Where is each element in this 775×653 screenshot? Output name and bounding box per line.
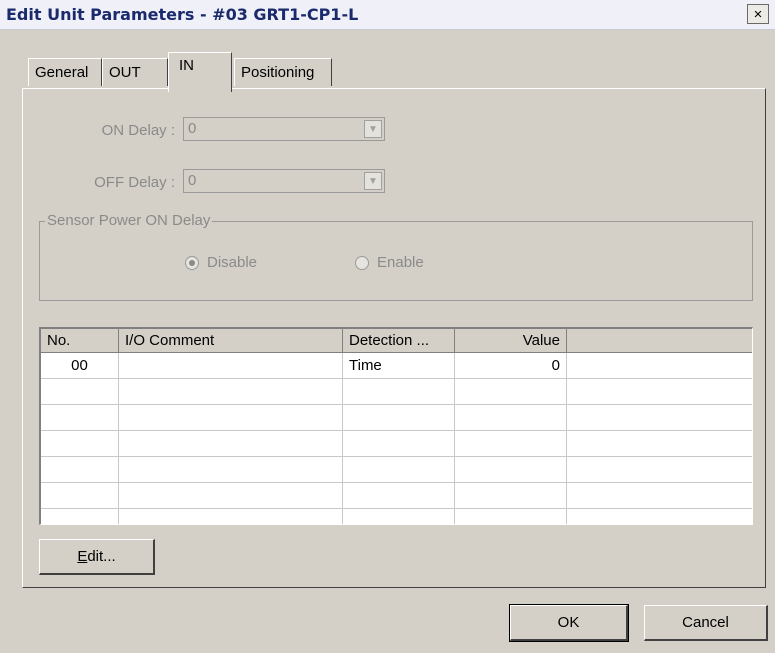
table-cell[interactable] — [119, 431, 343, 457]
table-cell[interactable] — [41, 457, 119, 483]
close-button[interactable]: × — [747, 4, 769, 24]
table-cell[interactable] — [343, 379, 455, 405]
table-cell[interactable] — [119, 353, 343, 379]
tab-in[interactable]: IN — [168, 52, 232, 92]
tab-general[interactable]: General — [28, 58, 102, 86]
on-delay-label: ON Delay : — [101, 122, 175, 139]
table-cell[interactable] — [119, 509, 343, 524]
table-cell[interactable] — [343, 483, 455, 509]
tab-positioning[interactable]: Positioning — [234, 58, 332, 86]
on-delay-select[interactable]: 0 ▼ — [183, 117, 385, 141]
table-cell[interactable]: 00 — [41, 353, 119, 379]
table-row[interactable] — [41, 379, 752, 405]
column-header-detection[interactable]: Detection ... — [343, 329, 455, 353]
table-cell[interactable] — [567, 353, 752, 379]
column-header-blank — [567, 329, 752, 353]
title-bar: Edit Unit Parameters - #03 GRT1-CP1-L × — [0, 0, 775, 30]
chevron-down-icon: ▼ — [364, 172, 382, 190]
off-delay-label: OFF Delay : — [94, 174, 175, 191]
column-header-value[interactable]: Value — [455, 329, 567, 353]
table-cell[interactable] — [41, 431, 119, 457]
off-delay-select[interactable]: 0 ▼ — [183, 169, 385, 193]
table-cell[interactable] — [119, 483, 343, 509]
edit-mnemonic: E — [77, 548, 88, 565]
table-cell[interactable] — [119, 379, 343, 405]
off-delay-value: 0 — [188, 172, 197, 189]
table-cell[interactable] — [455, 457, 567, 483]
tab-general-label: General — [35, 64, 89, 81]
chevron-down-icon: ▼ — [364, 120, 382, 138]
table-cell[interactable] — [343, 405, 455, 431]
io-table[interactable]: No. I/O Comment Detection ... Value 00 Ti… — [39, 327, 753, 525]
table-cell[interactable] — [343, 509, 455, 524]
radio-disable[interactable]: Disable — [185, 254, 257, 271]
cancel-button[interactable]: Cancel — [644, 605, 768, 641]
window-title: Edit Unit Parameters - #03 GRT1-CP1-L — [6, 5, 359, 24]
sensor-power-group-title: Sensor Power ON Delay — [45, 212, 213, 229]
table-cell[interactable] — [41, 509, 119, 524]
table-cell[interactable] — [567, 457, 752, 483]
tab-out-label: OUT — [109, 64, 141, 81]
table-cell[interactable] — [455, 379, 567, 405]
radio-enable-label: Enable — [377, 254, 424, 271]
radio-enable[interactable]: Enable — [355, 254, 424, 271]
on-delay-value: 0 — [188, 120, 197, 137]
table-cell[interactable] — [343, 457, 455, 483]
table-cell[interactable] — [567, 431, 752, 457]
tab-out[interactable]: OUT — [102, 58, 168, 86]
table-cell[interactable] — [119, 405, 343, 431]
table-row[interactable] — [41, 509, 752, 524]
table-row[interactable] — [41, 431, 752, 457]
table-row[interactable]: 00 Time 0 — [41, 353, 752, 379]
table-cell[interactable] — [343, 431, 455, 457]
table-cell[interactable] — [455, 483, 567, 509]
column-header-no[interactable]: No. — [41, 329, 119, 353]
table-cell[interactable] — [455, 405, 567, 431]
table-cell[interactable] — [455, 431, 567, 457]
table-cell[interactable] — [41, 379, 119, 405]
radio-disable-label: Disable — [207, 254, 258, 271]
edit-button[interactable]: Edit... — [39, 539, 155, 575]
table-cell[interactable]: 0 — [455, 353, 567, 379]
edit-label: dit... — [87, 548, 116, 565]
tab-positioning-label: Positioning — [241, 64, 315, 81]
table-cell[interactable] — [455, 509, 567, 524]
table-cell[interactable] — [567, 509, 752, 524]
ok-label: OK — [557, 614, 580, 631]
cancel-label: Cancel — [682, 614, 729, 631]
table-cell[interactable] — [41, 405, 119, 431]
table-cell[interactable] — [119, 457, 343, 483]
tab-in-label: IN — [179, 57, 194, 74]
table-cell[interactable]: Time — [343, 353, 455, 379]
table-cell[interactable] — [567, 379, 752, 405]
table-cell[interactable] — [567, 405, 752, 431]
table-cell[interactable] — [41, 483, 119, 509]
column-header-io-comment[interactable]: I/O Comment — [119, 329, 343, 353]
table-row[interactable] — [41, 405, 752, 431]
radio-checked-icon — [185, 255, 199, 270]
radio-unchecked-icon — [355, 255, 369, 270]
table-row[interactable] — [41, 483, 752, 509]
table-row[interactable] — [41, 457, 752, 483]
table-cell[interactable] — [567, 483, 752, 509]
tab-panel-in: ON Delay : 0 ▼ OFF Delay : 0 ▼ Sensor Po… — [22, 88, 766, 588]
close-icon: × — [753, 5, 763, 23]
ok-button[interactable]: OK — [509, 604, 629, 642]
table-header: No. I/O Comment Detection ... Value — [41, 329, 752, 353]
